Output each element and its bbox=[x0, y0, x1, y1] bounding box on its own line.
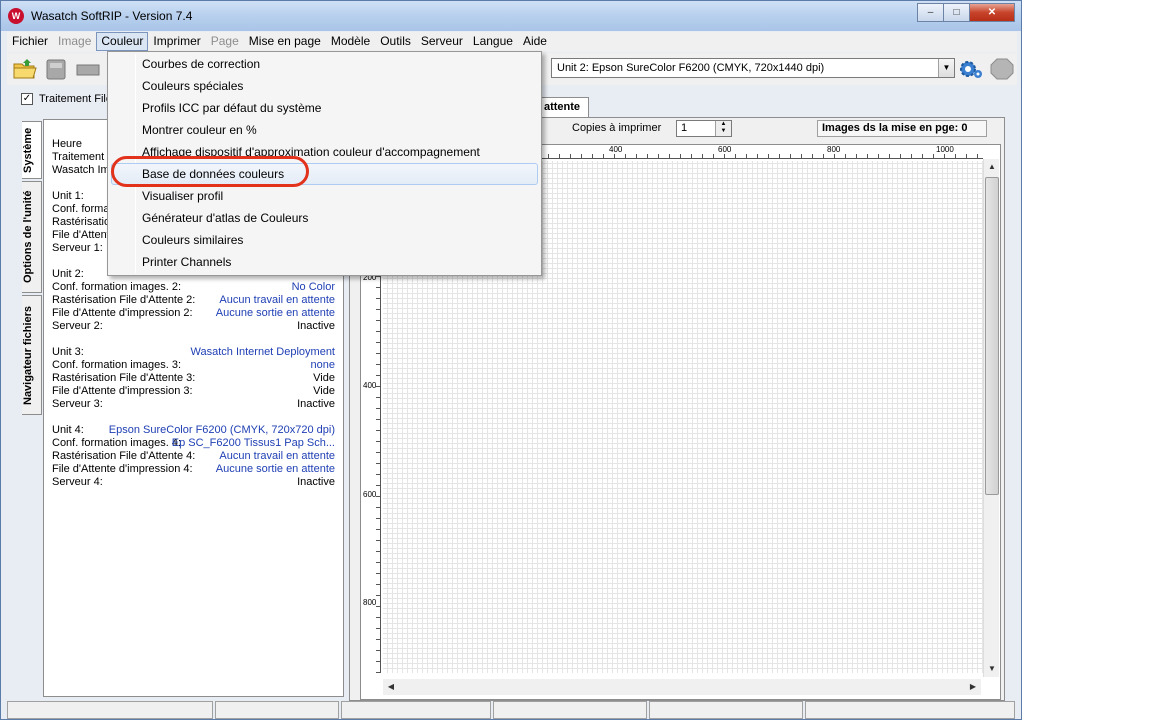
menu-item-couleurs-speciales[interactable]: Couleurs spéciales bbox=[111, 75, 538, 97]
scroll-left-icon[interactable]: ◀ bbox=[383, 679, 399, 695]
unit-select[interactable]: Unit 2: Epson SureColor F6200 (CMYK, 720… bbox=[551, 58, 955, 78]
scroll-thumb[interactable] bbox=[985, 177, 999, 495]
ruler-left-label: 800 bbox=[363, 598, 377, 607]
tab-options-unite[interactable]: Options de l'unité bbox=[22, 181, 42, 293]
unit4-serveur: Serveur 4: Inactive bbox=[52, 476, 335, 488]
status-cell bbox=[493, 701, 647, 719]
window-controls: – □ ✕ bbox=[917, 3, 1015, 23]
unit4-file: File d'Attente d'impression 4: Aucune sor… bbox=[52, 463, 335, 475]
menu-item-base-donnees-couleurs[interactable]: Base de données couleurs bbox=[111, 163, 538, 185]
menu-image[interactable]: Image bbox=[53, 32, 96, 51]
title-bar[interactable]: W Wasatch SoftRIP - Version 7.4 – □ ✕ bbox=[1, 1, 1021, 31]
menu-page[interactable]: Page bbox=[206, 32, 244, 51]
traitement-file-row[interactable]: ✓ Traitement File bbox=[21, 93, 112, 105]
menu-serveur[interactable]: Serveur bbox=[416, 32, 468, 51]
unit3-file: File d'Attente d'impression 3: Vide bbox=[52, 385, 335, 397]
copies-input[interactable]: 1 ▲ ▼ bbox=[676, 120, 732, 137]
unit2-raster: Rastérisation File d'Attente 2: Aucun tra… bbox=[52, 294, 335, 306]
status-cell bbox=[341, 701, 491, 719]
ruler-top-label: 1000 bbox=[936, 145, 954, 154]
copies-label: Copies à imprimer bbox=[572, 122, 662, 134]
tab-systeme[interactable]: Système bbox=[22, 121, 42, 179]
ruler-left-label: 600 bbox=[363, 490, 377, 499]
chevron-down-icon[interactable]: ▼ bbox=[938, 59, 954, 77]
menu-fichier[interactable]: Fichier bbox=[7, 32, 53, 51]
traitement-file-checkbox[interactable]: ✓ bbox=[21, 93, 33, 105]
menu-mise-en-page[interactable]: Mise en page bbox=[244, 32, 326, 51]
vertical-scrollbar[interactable]: ▲ ▼ bbox=[983, 159, 999, 677]
unit4-raster: Rastérisation File d'Attente 4: Aucun tra… bbox=[52, 450, 335, 462]
ruler-top-label: 600 bbox=[718, 145, 732, 154]
status-cell bbox=[7, 701, 213, 719]
window-title: Wasatch SoftRIP - Version 7.4 bbox=[31, 9, 193, 23]
scroll-right-icon[interactable]: ▶ bbox=[965, 679, 981, 695]
menu-item-affichage-dispositif[interactable]: Affichage dispositif d'approximation cou… bbox=[111, 141, 538, 163]
copies-spinner[interactable]: ▲ ▼ bbox=[715, 121, 731, 136]
unit2-file: File d'Attente d'impression 2: Aucune sor… bbox=[52, 307, 335, 319]
stop-octagon-icon[interactable] bbox=[989, 57, 1015, 81]
unit2-serveur: Serveur 2: Inactive bbox=[52, 320, 335, 332]
tab-navigateur-fichiers[interactable]: Navigateur fichiers bbox=[22, 295, 42, 415]
status-cell bbox=[805, 701, 1015, 719]
ruler-left-label: 400 bbox=[363, 381, 377, 390]
menu-item-courbes-correction[interactable]: Courbes de correction bbox=[111, 53, 538, 75]
device-icon[interactable] bbox=[75, 57, 101, 81]
scroll-down-icon[interactable]: ▼ bbox=[984, 661, 1000, 677]
status-cell bbox=[649, 701, 803, 719]
minimize-button[interactable]: – bbox=[917, 3, 944, 22]
close-button[interactable]: ✕ bbox=[969, 3, 1015, 22]
status-bar bbox=[7, 701, 1017, 719]
menu-imprimer[interactable]: Imprimer bbox=[148, 32, 205, 51]
unit2-conf: Conf. formation images. 2: No Color bbox=[52, 281, 335, 293]
unit-select-value: Unit 2: Epson SureColor F6200 (CMYK, 720… bbox=[557, 62, 825, 74]
menu-aide[interactable]: Aide bbox=[518, 32, 552, 51]
couleur-dropdown-menu: Courbes de correction Couleurs spéciales… bbox=[107, 51, 542, 276]
menu-langue[interactable]: Langue bbox=[468, 32, 518, 51]
wasatch-logo-icon: W bbox=[8, 8, 24, 24]
copies-value: 1 bbox=[681, 122, 688, 134]
settings-gears-icon[interactable] bbox=[958, 57, 984, 81]
unit3-serveur: Serveur 3: Inactive bbox=[52, 398, 335, 410]
menu-modele[interactable]: Modèle bbox=[326, 32, 375, 51]
unit4-conf: Conf. formation images. 4: Ep SC_F6200 Ti… bbox=[52, 437, 335, 449]
menu-bar: Fichier Image Couleur Imprimer Page Mise… bbox=[7, 32, 1017, 52]
ruler-top-label: 400 bbox=[609, 145, 623, 154]
unit3-conf: Conf. formation images. 3: none bbox=[52, 359, 335, 371]
images-count: Images ds la mise en pge: 0 bbox=[817, 120, 987, 137]
unit4-header: Unit 4: Epson SureColor F6200 (CMYK, 720x… bbox=[52, 424, 335, 436]
tab-attente[interactable]: attente bbox=[535, 97, 589, 117]
open-folder-icon[interactable] bbox=[12, 57, 38, 81]
unit3-header: Unit 3: Wasatch Internet Deployment bbox=[52, 346, 335, 358]
printer-icon[interactable] bbox=[43, 57, 69, 81]
traitement-file-label: Traitement File bbox=[39, 93, 112, 105]
menu-outils[interactable]: Outils bbox=[375, 32, 416, 51]
unit3-raster: Rastérisation File d'Attente 3: Vide bbox=[52, 372, 335, 384]
menu-item-montrer-couleur[interactable]: Montrer couleur en % bbox=[111, 119, 538, 141]
status-cell bbox=[215, 701, 339, 719]
menu-couleur[interactable]: Couleur bbox=[96, 32, 149, 51]
menu-item-profils-icc[interactable]: Profils ICC par défaut du système bbox=[111, 97, 538, 119]
menu-item-printer-channels[interactable]: Printer Channels bbox=[111, 251, 538, 273]
menu-item-couleurs-similaires[interactable]: Couleurs similaires bbox=[111, 229, 538, 251]
menu-item-generateur-atlas[interactable]: Générateur d'atlas de Couleurs bbox=[111, 207, 538, 229]
ruler-top-label: 800 bbox=[827, 145, 841, 154]
horizontal-scrollbar[interactable]: ◀ ▶ bbox=[383, 679, 981, 695]
menu-item-visualiser-profil[interactable]: Visualiser profil bbox=[111, 185, 538, 207]
scroll-up-icon[interactable]: ▲ bbox=[984, 159, 1000, 175]
maximize-button[interactable]: □ bbox=[943, 3, 970, 22]
vertical-tabs: Système Options de l'unité Navigateur fi… bbox=[22, 121, 42, 417]
